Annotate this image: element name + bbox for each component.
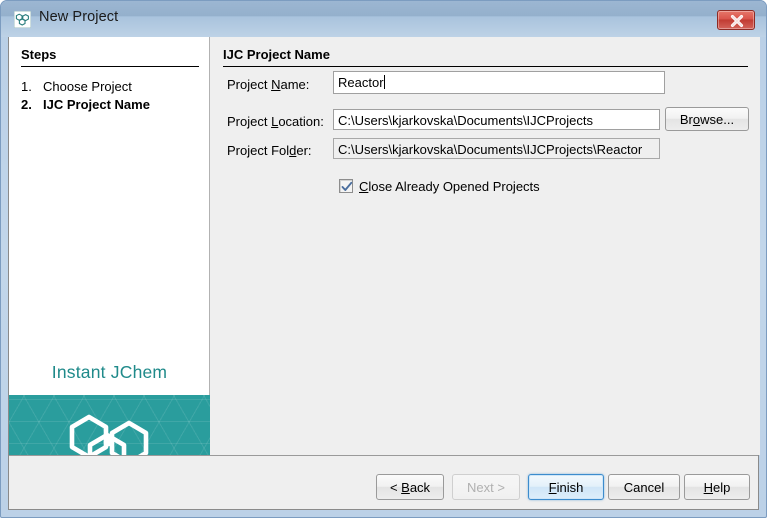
back-button[interactable]: < Back: [376, 474, 444, 500]
checkbox-box[interactable]: [339, 179, 353, 193]
step-item-ijc-project-name: 2. IJC Project Name: [21, 97, 150, 112]
dialog-body: Steps 1. Choose Project 2. IJC Project Nam…: [8, 37, 760, 510]
next-button: Next >: [452, 474, 520, 500]
close-opened-projects-checkbox[interactable]: Close Already Opened Projects: [339, 177, 540, 195]
page-title: IJC Project Name: [223, 47, 748, 67]
check-icon: [341, 181, 353, 191]
project-location-label: Project Location:: [227, 114, 324, 129]
molecule-icon: [13, 10, 32, 29]
project-name-label: Project Name:: [227, 77, 310, 92]
project-location-input[interactable]: C:\Users\kjarkovska\Documents\IJCProject…: [333, 109, 660, 130]
content-pane: IJC Project Name Project Name: Reactor P…: [211, 37, 760, 455]
brand-name: Instant JChem: [51, 362, 168, 382]
finish-button[interactable]: Finish: [528, 474, 604, 500]
close-icon[interactable]: [717, 10, 755, 30]
help-button[interactable]: Help: [684, 474, 750, 500]
step-item-choose-project: 1. Choose Project: [21, 79, 132, 94]
steps-panel: Steps 1. Choose Project 2. IJC Project Nam…: [9, 37, 210, 493]
step-label: IJC Project Name: [43, 97, 150, 112]
project-name-input[interactable]: Reactor: [333, 71, 665, 94]
project-folder-label: Project Folder:: [227, 143, 312, 158]
checkbox-label: Close Already Opened Projects: [359, 178, 540, 194]
window-title: New Project: [39, 9, 119, 25]
step-label: Choose Project: [43, 79, 132, 94]
steps-heading: Steps: [21, 47, 199, 67]
button-bar: < Back Next > Finish Cancel Help: [9, 455, 758, 508]
step-number: 2.: [21, 97, 32, 112]
cancel-button[interactable]: Cancel: [608, 474, 680, 500]
project-folder-input: C:\Users\kjarkovska\Documents\IJCProject…: [333, 138, 660, 159]
title-bar: New Project: [1, 1, 766, 37]
text-caret: [383, 75, 385, 89]
step-number: 1.: [21, 79, 32, 94]
project-name-value: Reactor: [338, 75, 384, 90]
browse-button[interactable]: Browse...: [665, 107, 749, 131]
dialog-window: New Project Steps 1. Choose Project 2. IJC…: [0, 0, 767, 518]
